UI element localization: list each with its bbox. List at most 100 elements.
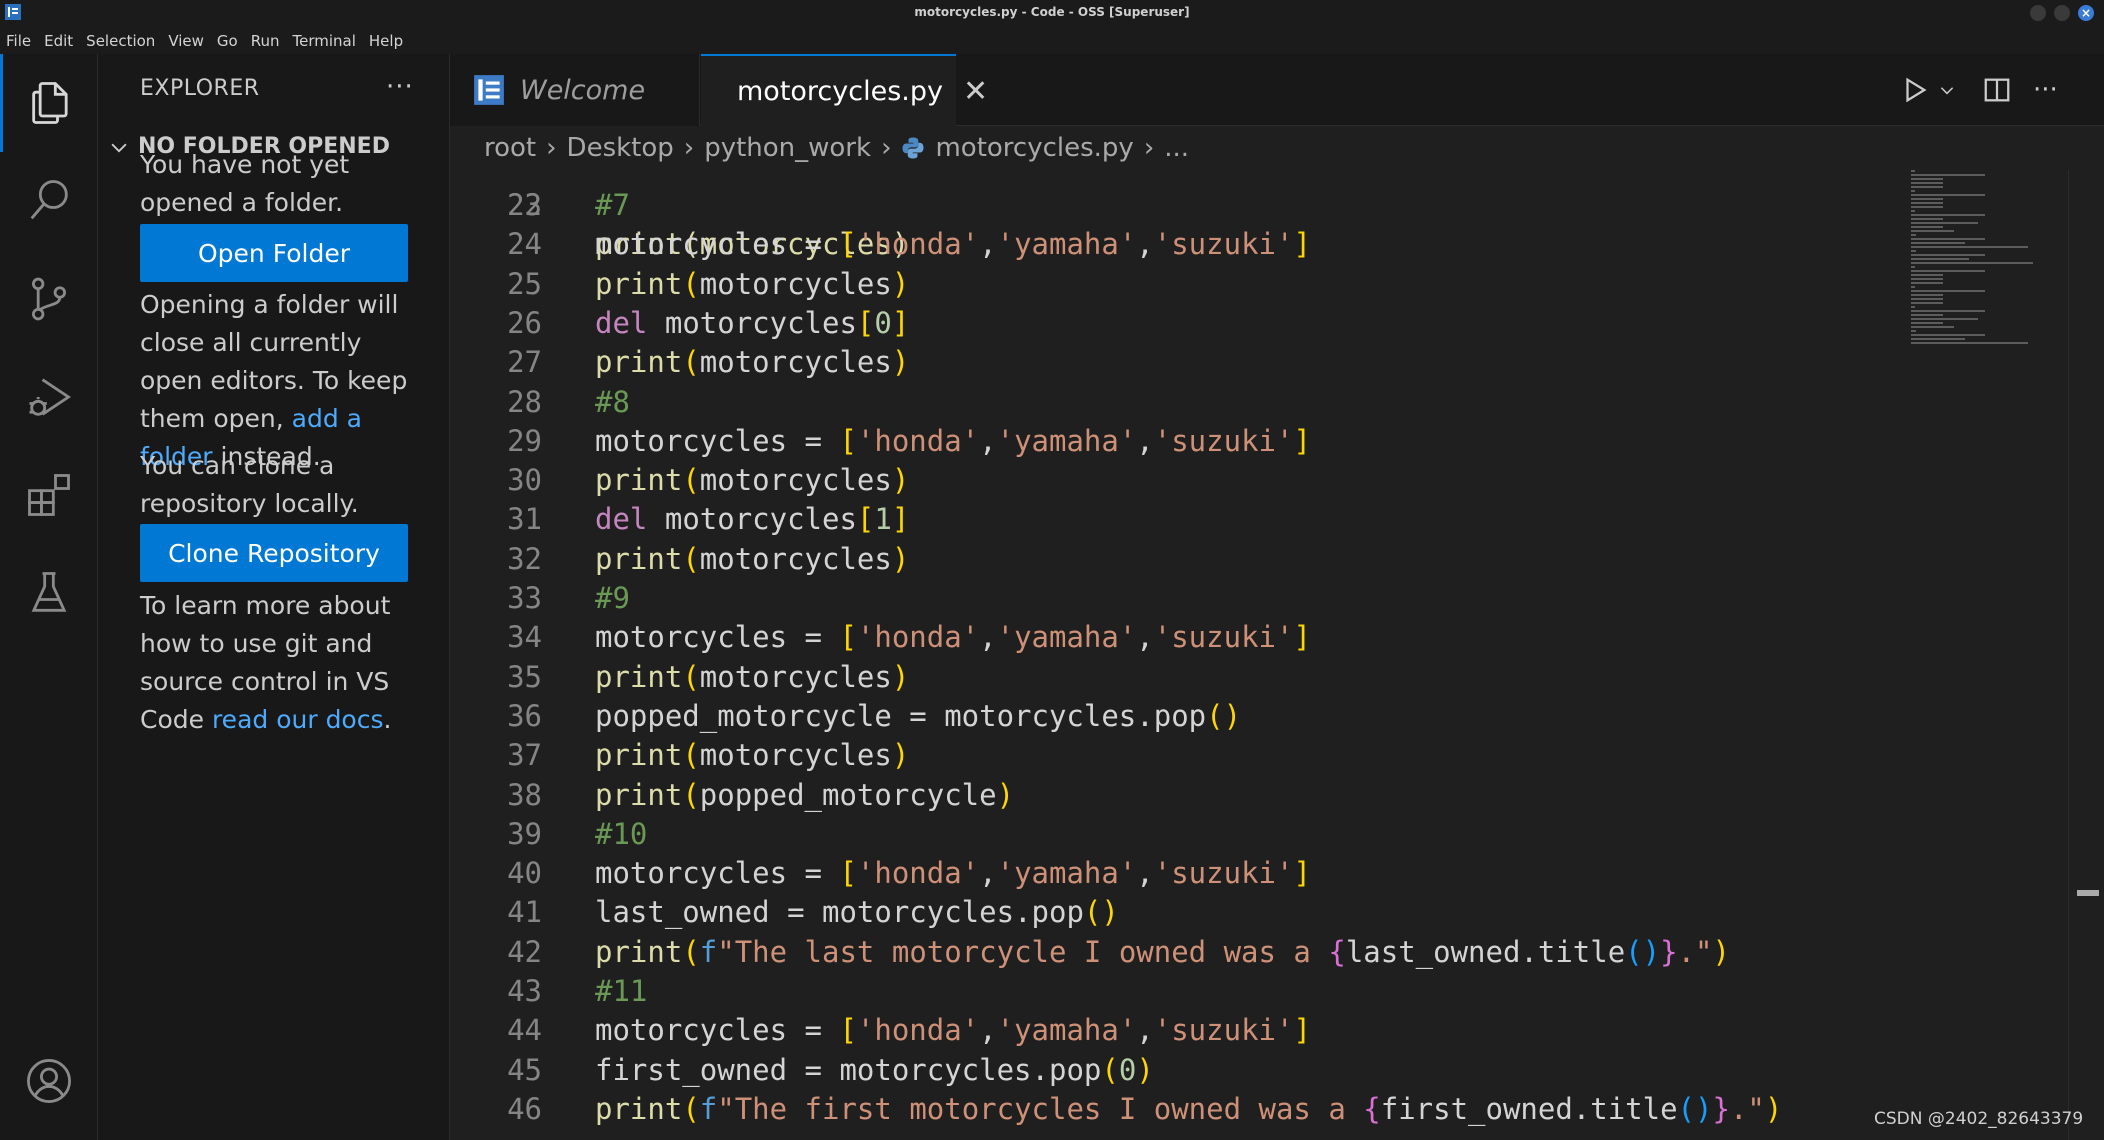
code-line: 45 first_owned = motorcycles.pop(0) [450, 1051, 1900, 1090]
line-source: #10 [595, 816, 648, 851]
code-line: 39 #10 [450, 815, 1900, 854]
learn-more-message: To learn more about how to use git and s… [140, 587, 410, 739]
minimap-line [1911, 222, 1978, 224]
minimap-line [1911, 338, 1965, 340]
code-line: 36 popped_motorcycle = motorcycles.pop() [450, 697, 1900, 736]
code-editor[interactable]: 22 print(motorcycles) 23 #7 24 motorcycles … [450, 170, 2104, 1140]
line-source: del motorcycles[0] [595, 305, 910, 340]
line-number: 26 [507, 305, 542, 340]
line-source: motorcycles = ['honda','yamaha','suzuki'… [595, 227, 1311, 262]
breadcrumb-desktop[interactable]: Desktop [567, 133, 674, 163]
line-source: print(motorcycles) [595, 266, 910, 301]
code-line: 28 #8 [450, 383, 1900, 422]
breadcrumb-root[interactable]: root [484, 133, 536, 163]
minimap-line [1911, 238, 1985, 240]
minimap-line [1911, 326, 1955, 328]
testing-activity[interactable] [0, 544, 98, 642]
source-control-activity[interactable] [0, 250, 98, 348]
close-window-button[interactable]: × [2078, 5, 2094, 21]
line-number: 39 [507, 816, 542, 851]
chevron-right-icon: › [683, 133, 695, 163]
minimap-line [1911, 170, 1915, 172]
explorer-activity[interactable] [0, 54, 98, 152]
breadcrumb-file[interactable]: motorcycles.py [935, 133, 1133, 163]
minimap-line [1911, 290, 1985, 292]
chevron-right-icon: › [881, 133, 892, 163]
minimap-line [1911, 226, 1944, 228]
line-number: 27 [507, 345, 542, 380]
minimap-line [1911, 282, 1944, 284]
minimap-line [1911, 334, 1985, 336]
read-docs-link[interactable]: read our docs [212, 705, 384, 734]
minimap-line [1911, 214, 1985, 216]
menu-run[interactable]: Run [251, 32, 280, 50]
line-number: 34 [507, 620, 542, 655]
run-debug-activity[interactable] [0, 348, 98, 446]
menu-selection[interactable]: Selection [86, 32, 155, 50]
maximize-button[interactable] [2054, 5, 2070, 21]
minimap-line [1911, 294, 1944, 296]
minimap-line [1911, 318, 1978, 320]
code-line: 24 motorcycles = ['honda','yamaha','suzuk… [450, 225, 1900, 264]
line-source: motorcycles = ['honda','yamaha','suzuki'… [595, 620, 1311, 655]
line-number: 45 [507, 1052, 542, 1087]
welcome-icon [474, 75, 504, 105]
minimap-line [1911, 202, 1944, 204]
run-python-button[interactable] [1900, 72, 1930, 108]
breadcrumb: root › Desktop › python_work › motorcycl… [450, 126, 2104, 170]
close-tab-icon[interactable]: ✕ [963, 74, 988, 109]
line-source: del motorcycles[1] [595, 502, 910, 537]
minimap-line [1911, 186, 1944, 188]
minimap-line [1911, 330, 1917, 332]
window-title: motorcycles.py - Code - OSS [Superuser] [914, 5, 1190, 19]
minimap-line [1911, 230, 1955, 232]
line-source: motorcycles = ['honda','yamaha','suzuki'… [595, 1013, 1311, 1048]
minimap[interactable] [1908, 170, 2068, 420]
line-number: 46 [507, 1091, 542, 1126]
editor-more-actions-icon[interactable]: ··· [2033, 72, 2058, 108]
code-line: 27 print(motorcycles) [450, 343, 1900, 382]
line-number: 30 [507, 463, 542, 498]
extensions-icon [28, 474, 70, 516]
more-actions-icon[interactable]: ··· [386, 72, 414, 102]
code-line: 42 print(f"The last motorcycle I owned wa… [450, 933, 1900, 972]
warning-text-before: Opening a folder will close all currentl… [140, 290, 408, 433]
clone-repository-button[interactable]: Clone Repository [140, 524, 408, 582]
menu-go[interactable]: Go [217, 32, 238, 50]
search-activity[interactable] [0, 152, 98, 250]
menu-help[interactable]: Help [369, 32, 403, 50]
breadcrumb-python-work[interactable]: python_work [704, 133, 871, 163]
menu-terminal[interactable]: Terminal [293, 32, 356, 50]
run-debug-icon [29, 378, 72, 416]
menu-view[interactable]: View [168, 32, 204, 50]
line-source: print(popped_motorcycle) [595, 777, 1015, 812]
menu-edit[interactable]: Edit [44, 32, 73, 50]
vertical-scrollbar[interactable] [2068, 170, 2104, 1140]
code-line: 37 print(motorcycles) [450, 736, 1900, 775]
accounts-activity[interactable] [0, 1032, 98, 1130]
chevron-right-icon: › [546, 133, 557, 163]
line-source: #9 [595, 581, 630, 615]
line-source: print(f"The last motorcycle I owned was … [595, 934, 1730, 969]
menu-file[interactable]: File [6, 32, 31, 50]
code-line: 26 del motorcycles[0] [450, 304, 1900, 343]
minimap-line [1911, 182, 1944, 184]
line-number: 31 [507, 502, 542, 537]
code-line: 46 print(f"The first motorcycles I owned … [450, 1090, 1900, 1129]
tab-welcome[interactable]: Welcome [450, 54, 700, 126]
minimap-line [1911, 190, 1915, 192]
scroll-position-marker [2077, 890, 2099, 896]
code-line: 33 #9 [450, 579, 1900, 618]
tab-motorcycles-py[interactable]: motorcycles.py ✕ [701, 54, 988, 126]
minimize-button[interactable] [2030, 5, 2046, 21]
extensions-activity[interactable] [0, 446, 98, 544]
minimap-line [1911, 194, 1985, 196]
minimap-line [1911, 298, 1944, 300]
code-line: 34 motorcycles = ['honda','yamaha','suzuk… [450, 618, 1900, 657]
breadcrumb-symbol[interactable]: ... [1164, 133, 1189, 163]
open-folder-button[interactable]: Open Folder [140, 224, 408, 282]
run-options-dropdown[interactable] [1938, 72, 1956, 108]
minimap-line [1911, 310, 1985, 312]
split-editor-button[interactable] [1982, 72, 2012, 108]
line-number: 25 [507, 266, 542, 301]
